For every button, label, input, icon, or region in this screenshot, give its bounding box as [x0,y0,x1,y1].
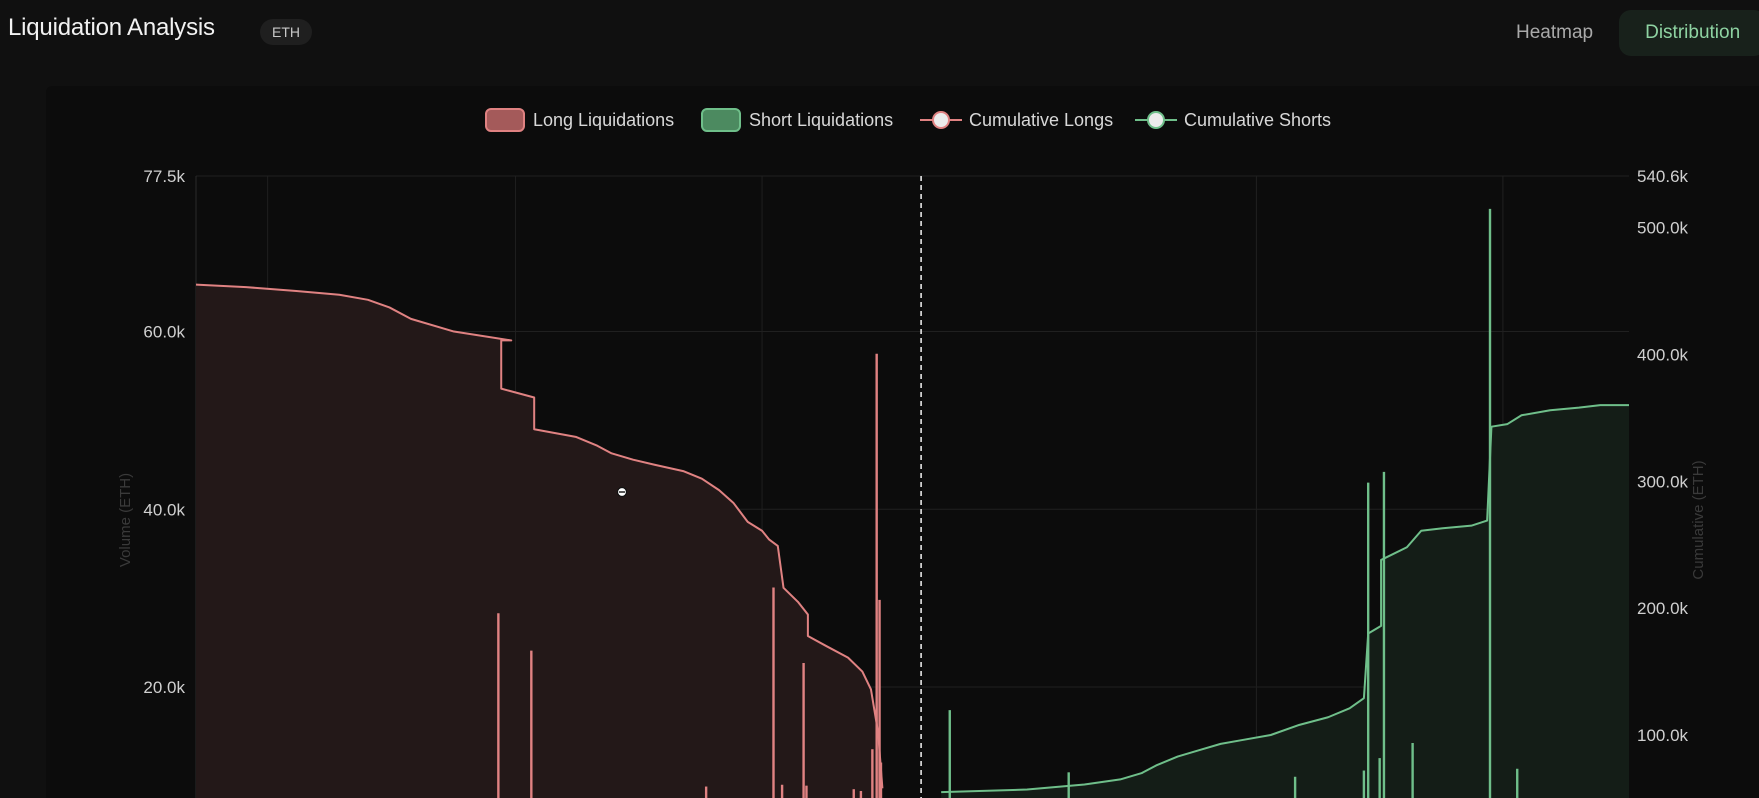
y-tick-label: 60.0k [143,323,185,342]
legend-label: Cumulative Shorts [1184,110,1331,130]
y2-tick-label: 100.0k [1637,726,1689,745]
app-root: Liquidation Analysis ETH Heatmap Distrib… [0,0,1759,798]
legend-label: Short Liquidations [749,110,893,130]
y2-tick-label: 540.6k [1637,167,1689,186]
liquidation-distribution-chart[interactable]: 77.5k 60.0k 40.0k 20.0k 540.6k 500.0k 400.0k 30… [0,0,1759,798]
y2-tick-label: 400.0k [1637,345,1689,364]
legend-label: Cumulative Longs [969,110,1113,130]
y2-axis-title: Cumulative (ETH) [1690,460,1707,579]
y2-tick-label: 300.0k [1637,472,1689,491]
y2-tick-label: 200.0k [1637,599,1689,618]
cumulative-longs-area [196,284,883,798]
y2-tick-label: 500.0k [1637,219,1689,238]
cumulative-shorts-area [941,405,1629,798]
legend-marker [932,111,950,129]
y-tick-label: 20.0k [143,678,185,697]
legend-marker [1147,111,1165,129]
y-tick-label: 77.5k [143,167,185,186]
y-tick-label: 40.0k [143,500,185,519]
legend-label: Long Liquidations [533,110,674,130]
legend-short-swatch [701,108,741,132]
y-axis-title: Volume (ETH) [117,473,134,567]
legend-long-swatch [485,108,525,132]
